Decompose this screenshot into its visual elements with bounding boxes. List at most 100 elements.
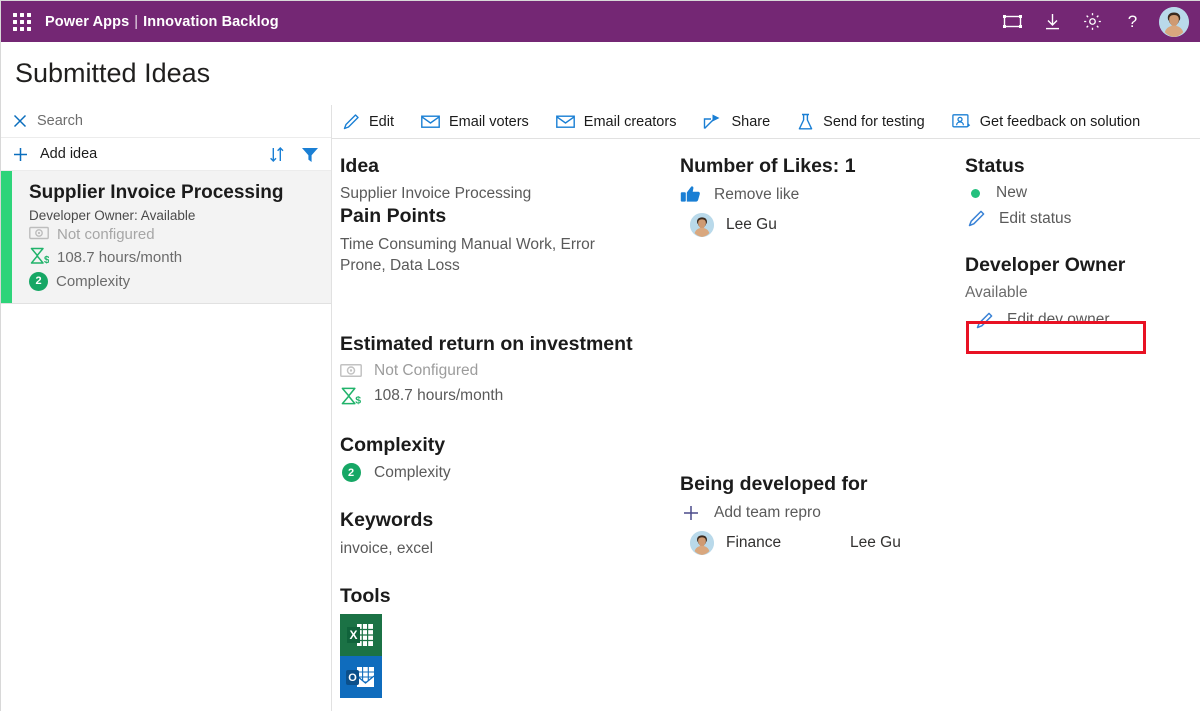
list-item-complexity: 2 Complexity	[29, 271, 319, 291]
remove-like-button[interactable]: Remove like	[680, 185, 965, 204]
avatar	[690, 213, 714, 238]
download-icon[interactable]	[1033, 1, 1071, 42]
table-row: Finance Lee Gu	[680, 530, 965, 555]
envelope-icon	[421, 114, 440, 129]
edit-button-label: Edit	[369, 113, 394, 130]
list-item-roi-money-label: Not configured	[57, 226, 155, 244]
svg-text:X: X	[349, 628, 357, 642]
tools-heading: Tools	[340, 584, 391, 607]
selected-accent-bar	[1, 171, 12, 303]
sort-icon[interactable]	[269, 146, 285, 163]
roi-time-row: $ 108.7 hours/month	[340, 386, 680, 406]
add-team-repro-button[interactable]: Add team repro	[680, 504, 965, 522]
get-feedback-button[interactable]: Get feedback on solution	[951, 113, 1141, 130]
email-creators-label: Email creators	[583, 113, 677, 130]
avatar	[690, 530, 714, 555]
filter-icon[interactable]	[301, 146, 319, 163]
plus-icon[interactable]	[13, 147, 28, 162]
email-voters-button[interactable]: Email voters	[421, 114, 529, 130]
roi-money-label: Not Configured	[374, 361, 479, 379]
money-icon	[340, 363, 362, 378]
likes-heading: Number of Likes: 1	[680, 155, 856, 177]
share-button[interactable]: Share	[703, 113, 770, 130]
list-item-roi-time-label: 108.7 hours/month	[57, 249, 183, 267]
edit-dev-owner-button[interactable]: Edit dev owner	[965, 311, 1200, 330]
list-item: Lee Gu	[680, 213, 965, 238]
money-icon	[29, 226, 49, 244]
brand-product[interactable]: Power Apps	[45, 14, 129, 30]
feedback-person-icon	[951, 113, 971, 130]
keywords-value: invoice, excel	[340, 539, 434, 557]
ideas-sidebar: Search Add idea Supplier Invoice Process…	[1, 105, 332, 711]
search-input[interactable]: Search	[1, 105, 331, 138]
edit-dev-owner-label: Edit dev owner	[1007, 311, 1110, 329]
status-heading: Status	[965, 155, 1025, 177]
voter-name: Lee Gu	[726, 216, 777, 234]
email-creators-button[interactable]: Email creators	[555, 113, 677, 130]
email-voters-label: Email voters	[449, 113, 529, 130]
svg-text:$: $	[44, 255, 49, 265]
status-value: New	[996, 184, 1028, 202]
waffle-grid-icon[interactable]	[11, 12, 33, 32]
top-navigation-bar: Power Apps | Innovation Backlog ?	[1, 1, 1200, 42]
outlook-icon[interactable]: O	[340, 656, 382, 699]
complexity-label: Complexity	[374, 463, 451, 481]
add-team-repro-label: Add team repro	[714, 503, 821, 521]
idea-heading: Idea	[340, 155, 380, 177]
page-title-bar: Submitted Ideas	[1, 42, 1200, 106]
detail-columns: Idea Supplier Invoice Processing Pain Po…	[332, 139, 1200, 699]
pain-points-heading: Pain Points	[340, 205, 447, 228]
gear-icon[interactable]	[1073, 1, 1111, 42]
list-item-title: Supplier Invoice Processing	[29, 182, 284, 203]
complexity-heading: Complexity	[340, 433, 446, 456]
status-badge: New	[965, 184, 1200, 202]
edit-status-label: Edit status	[999, 209, 1072, 227]
list-item[interactable]: Supplier Invoice Processing Developer Ow…	[1, 171, 331, 304]
sidebar-toolbar: Add idea	[1, 138, 331, 171]
pain-points-value: Time Consuming Manual Work, Error Prone,…	[340, 235, 595, 274]
excel-icon[interactable]: X	[340, 614, 382, 657]
brand-app-name[interactable]: Innovation Backlog	[143, 14, 279, 30]
complexity-badge: 2	[341, 463, 361, 483]
developer-owner-value: Available	[965, 283, 1028, 301]
plus-icon	[680, 505, 702, 521]
tools-list: X O	[340, 614, 680, 699]
add-idea-button[interactable]: Add idea	[40, 146, 97, 162]
app-root: Power Apps | Innovation Backlog ? Submit…	[0, 0, 1200, 711]
complexity-badge: 2	[29, 271, 48, 291]
avatar[interactable]	[1159, 6, 1189, 37]
pencil-icon	[965, 209, 987, 228]
complexity-row: 2 Complexity	[340, 463, 680, 483]
flask-icon	[797, 113, 814, 131]
developed-for-heading: Being developed for	[680, 473, 868, 496]
list-item-roi-time: $ 108.7 hours/month	[29, 247, 319, 269]
close-icon[interactable]	[13, 114, 27, 128]
command-bar: Edit Email voters Email creators Share S…	[332, 105, 1200, 139]
roi-money-row: Not Configured	[340, 362, 680, 380]
detail-column-social: Number of Likes: 1 Remove like Lee Gu Be…	[680, 155, 965, 698]
sidebar-toolbar-actions	[269, 146, 319, 163]
edit-status-button[interactable]: Edit status	[965, 209, 1200, 228]
envelope-icon	[555, 114, 575, 129]
fit-to-screen-icon[interactable]	[993, 1, 1031, 42]
edit-button[interactable]: Edit	[342, 113, 394, 131]
list-item-roi-money: Not configured	[29, 226, 319, 244]
roi-heading: Estimated return on investment	[340, 332, 633, 355]
help-icon[interactable]: ?	[1113, 1, 1151, 42]
send-for-testing-button[interactable]: Send for testing	[797, 113, 925, 131]
roi-time-label: 108.7 hours/month	[374, 386, 504, 404]
list-item-complexity-label: Complexity	[56, 272, 131, 290]
hourglass-dollar-icon: $	[340, 386, 362, 406]
detail-column-primary: Idea Supplier Invoice Processing Pain Po…	[332, 155, 680, 699]
pencil-icon	[973, 311, 995, 330]
team-owner-name: Lee Gu	[850, 533, 901, 551]
share-icon	[703, 113, 722, 130]
page-title: Submitted Ideas	[15, 58, 211, 88]
topbar-actions: ?	[993, 1, 1193, 42]
keywords-heading: Keywords	[340, 509, 434, 532]
brand-title: Power Apps | Innovation Backlog	[45, 14, 279, 30]
remove-like-label: Remove like	[714, 185, 800, 203]
pencil-icon	[342, 113, 360, 131]
get-feedback-label: Get feedback on solution	[979, 113, 1141, 130]
developer-owner-heading: Developer Owner	[965, 254, 1126, 277]
